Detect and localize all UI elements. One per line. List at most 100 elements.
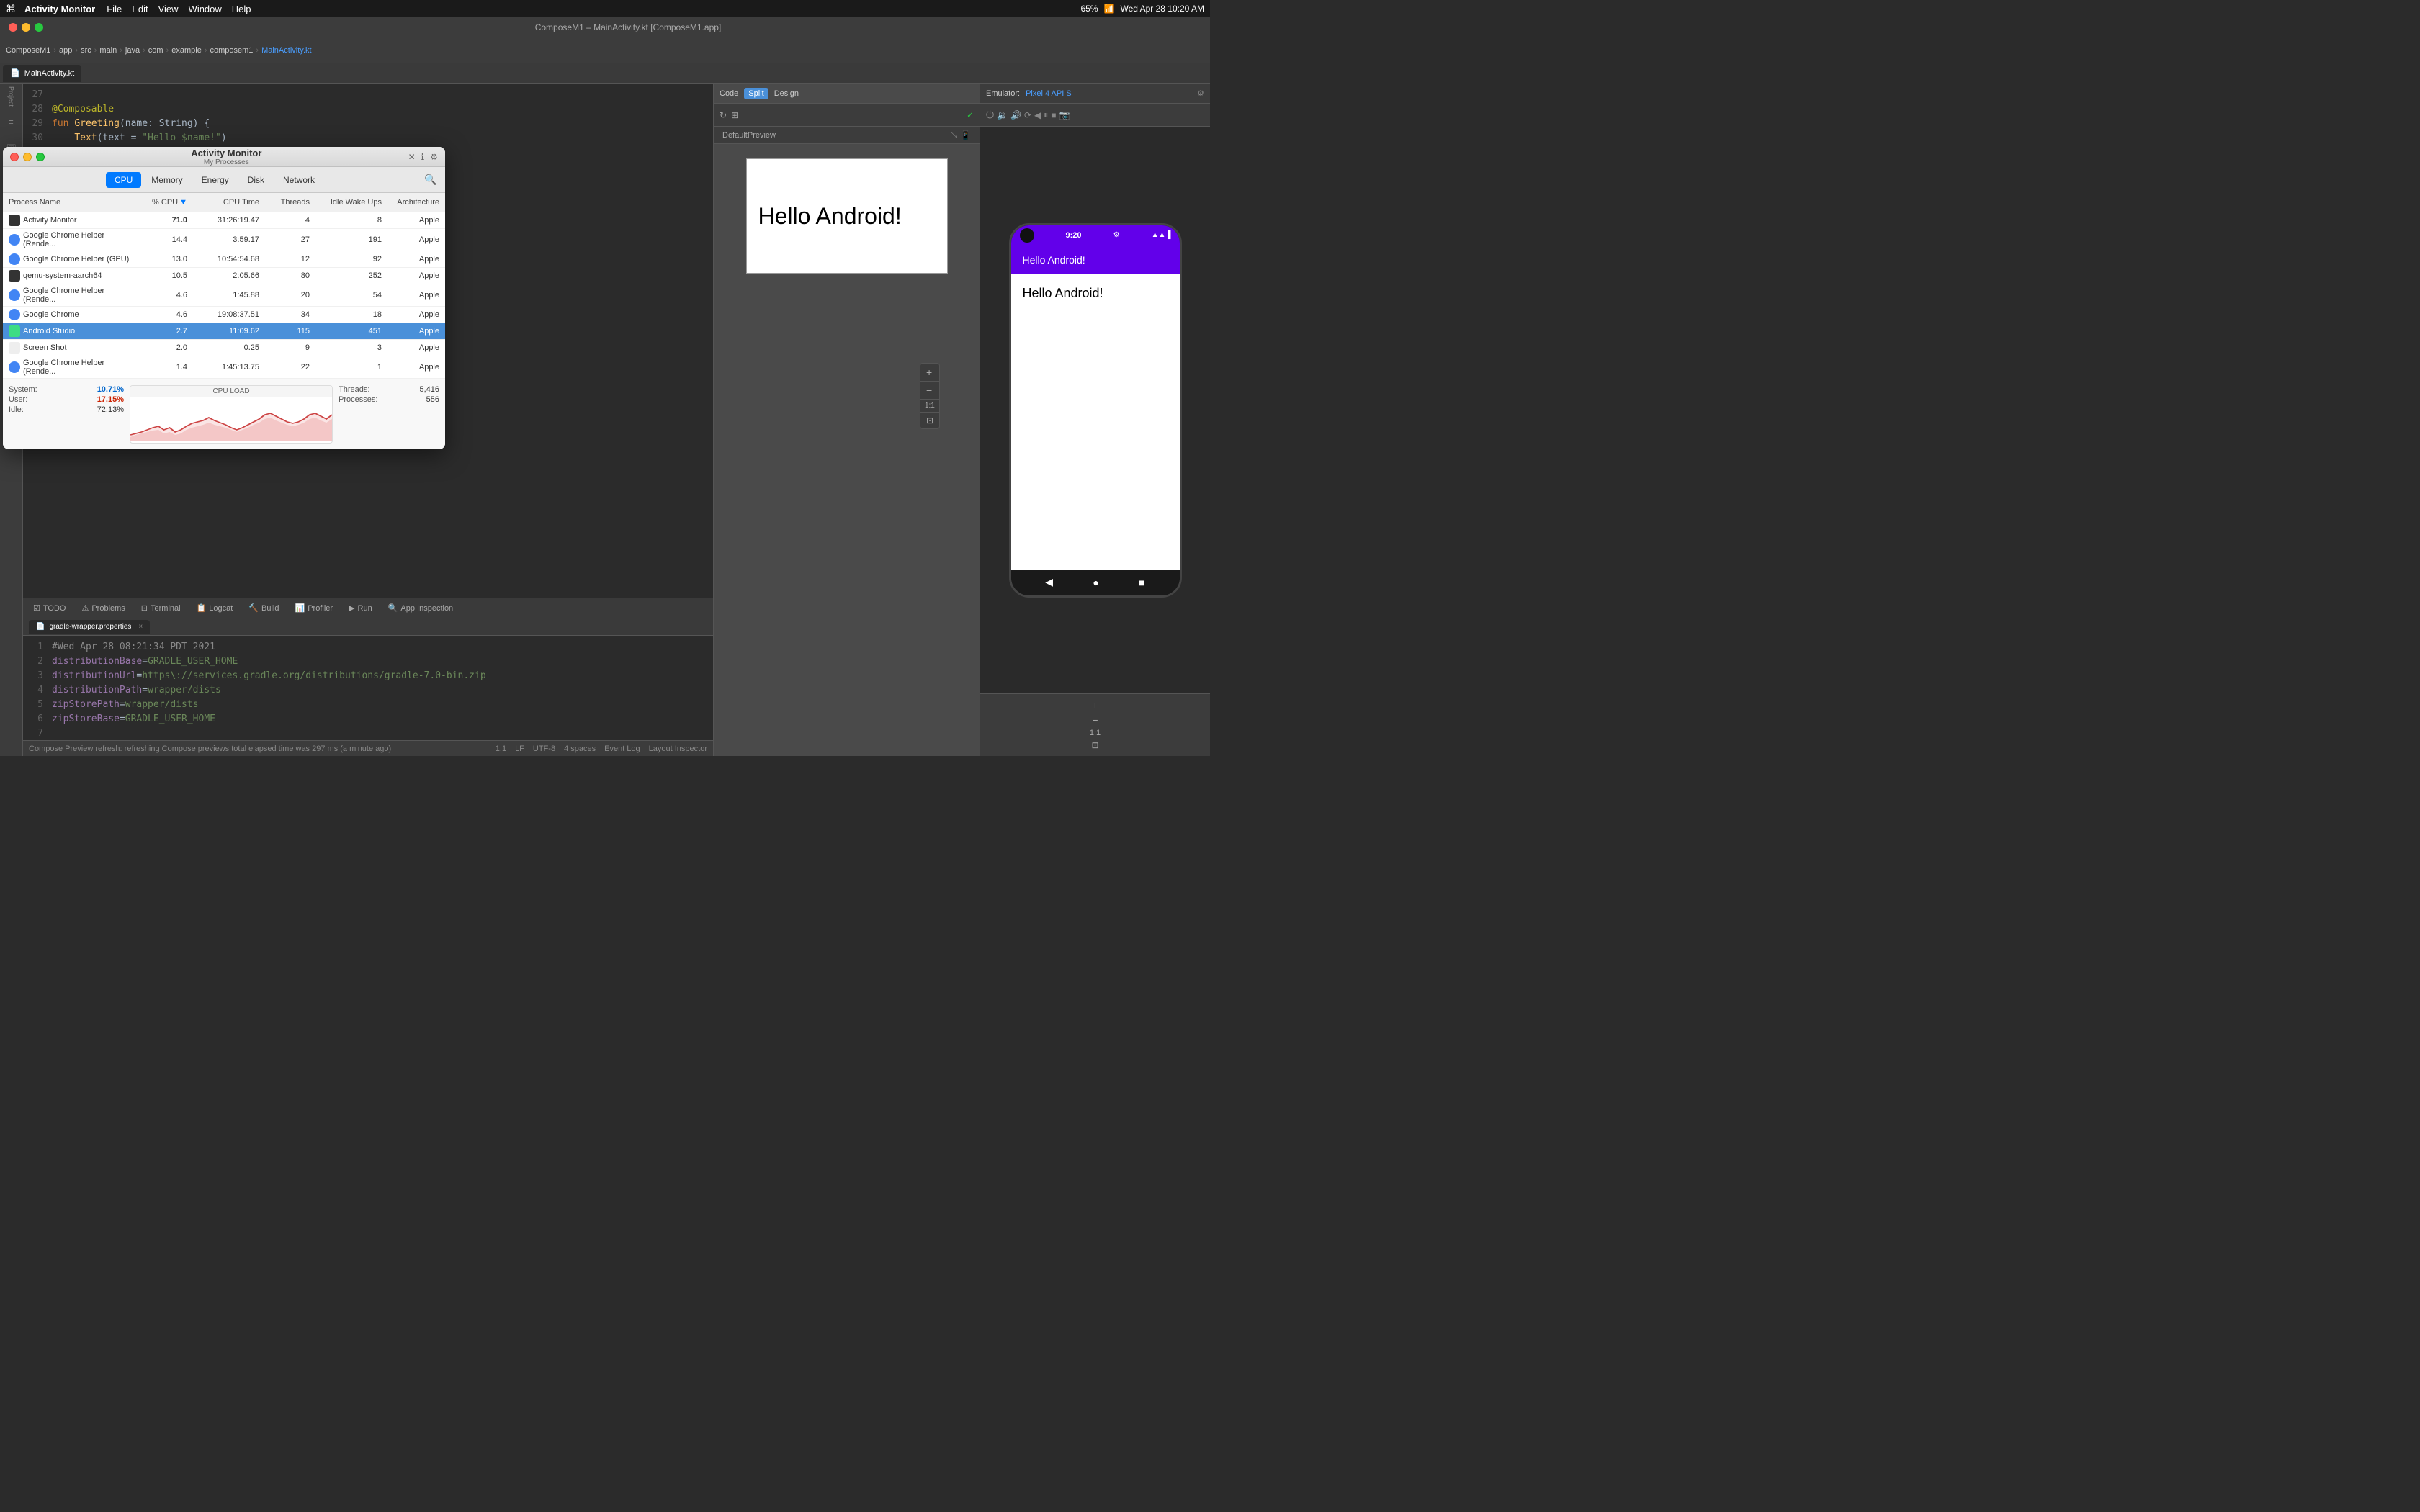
- bottom-line-7: 7: [23, 728, 713, 740]
- emulator-zoom-frame[interactable]: ⊡: [1091, 740, 1098, 750]
- col-cpu[interactable]: % CPU ▼: [143, 195, 193, 210]
- col-threads[interactable]: Threads: [265, 195, 315, 210]
- menu-file[interactable]: File: [107, 4, 122, 14]
- back-nav-icon[interactable]: ◀: [1034, 110, 1041, 120]
- code-tab[interactable]: Code: [720, 89, 738, 98]
- am-maximize-button[interactable]: [36, 153, 45, 161]
- breadcrumb-src[interactable]: src: [81, 46, 91, 55]
- table-row[interactable]: Screen Shot 2.0 0.25 9 3 Apple: [3, 340, 445, 356]
- breadcrumb-composem1-pkg[interactable]: composem1: [210, 46, 253, 55]
- event-log[interactable]: Event Log: [604, 744, 640, 753]
- maximize-button[interactable]: [35, 23, 43, 32]
- tab-mainactivity[interactable]: 📄 MainActivity.kt: [3, 65, 81, 82]
- am-tab-network[interactable]: Network: [274, 172, 323, 188]
- am-tab-disk[interactable]: Disk: [239, 172, 273, 188]
- menu-view[interactable]: View: [158, 4, 179, 14]
- volume-down-icon[interactable]: 🔉: [997, 110, 1008, 120]
- table-row-android-studio[interactable]: Android Studio 2.7 11:09.62 115 451 Appl…: [3, 323, 445, 340]
- design-tab[interactable]: Design: [774, 89, 799, 98]
- breadcrumb-app[interactable]: app: [59, 46, 72, 55]
- tab-gradle-wrapper[interactable]: 📄 gradle-wrapper.properties ×: [29, 620, 150, 634]
- tab-app-inspection[interactable]: 🔍 App Inspection: [381, 600, 460, 616]
- line-ending[interactable]: LF: [515, 744, 524, 753]
- am-subtitle: My Processes: [50, 158, 403, 166]
- tab-problems[interactable]: ⚠ Problems: [74, 600, 132, 616]
- emulator-device[interactable]: Pixel 4 API S: [1026, 89, 1072, 98]
- tab-profiler[interactable]: 📊 Profiler: [288, 600, 341, 616]
- table-row[interactable]: Google Chrome Helper (Rende... 1.4 1:45:…: [3, 356, 445, 379]
- minimize-button[interactable]: [22, 23, 30, 32]
- interactive-icon[interactable]: ⊞: [731, 110, 738, 120]
- menu-window[interactable]: Window: [189, 4, 222, 14]
- tab-build[interactable]: 🔨 Build: [241, 600, 286, 616]
- breadcrumb-file[interactable]: MainActivity.kt: [261, 46, 311, 55]
- emulator-zoom-out[interactable]: −: [1092, 714, 1098, 726]
- col-cpu-time[interactable]: CPU Time: [193, 195, 265, 210]
- split-tab[interactable]: Split: [744, 88, 768, 99]
- am-options-icon[interactable]: ⚙: [430, 152, 438, 162]
- charset[interactable]: UTF-8: [533, 744, 555, 753]
- rotate-icon[interactable]: ⟳: [1024, 110, 1031, 120]
- am-tab-energy[interactable]: Energy: [193, 172, 238, 188]
- tab-terminal[interactable]: ⊡ Terminal: [134, 600, 188, 616]
- col-idle[interactable]: Idle Wake Ups: [315, 195, 387, 210]
- am-titlebar: Activity Monitor My Processes ✕ ℹ ⚙: [3, 147, 445, 167]
- stop-icon[interactable]: ■: [1051, 110, 1056, 120]
- preview-expand-icon[interactable]: ⤡: [950, 130, 957, 140]
- power-icon[interactable]: ⏻: [986, 109, 994, 121]
- home-button[interactable]: ●: [1093, 577, 1098, 588]
- apple-menu-icon[interactable]: ⌘: [6, 3, 16, 15]
- am-tabs: CPU Memory Energy Disk Network: [10, 172, 419, 188]
- preview-device-icon[interactable]: 📱: [960, 130, 971, 140]
- layout-inspector[interactable]: Layout Inspector: [649, 744, 707, 753]
- am-tab-memory[interactable]: Memory: [143, 172, 191, 188]
- breadcrumb-example[interactable]: example: [171, 46, 202, 55]
- am-close-icon[interactable]: ✕: [408, 152, 416, 162]
- back-button[interactable]: ◀: [1045, 576, 1053, 588]
- zoom-frame-button[interactable]: ⊡: [920, 413, 939, 428]
- volume-up-icon[interactable]: 🔊: [1010, 110, 1021, 120]
- screenshot-icon[interactable]: 📷: [1059, 110, 1070, 120]
- am-minimize-button[interactable]: [23, 153, 32, 161]
- table-row[interactable]: Google Chrome Helper (Rende... 4.6 1:45.…: [3, 284, 445, 307]
- bottom-editor[interactable]: 1 #Wed Apr 28 08:21:34 PDT 2021 2 distri…: [23, 636, 713, 740]
- tab-todo[interactable]: ☑ TODO: [26, 600, 73, 616]
- indent[interactable]: 4 spaces: [564, 744, 596, 753]
- line-col[interactable]: 1:1: [496, 744, 506, 753]
- project-icon[interactable]: Project: [4, 89, 19, 104]
- am-info-icon[interactable]: ℹ: [421, 152, 425, 162]
- tab-logcat[interactable]: 📋 Logcat: [189, 600, 241, 616]
- emulator-zoom-in[interactable]: +: [1092, 700, 1098, 711]
- breadcrumb-com[interactable]: com: [148, 46, 163, 55]
- process-icon: [9, 253, 20, 265]
- refresh-icon[interactable]: ↻: [720, 110, 727, 120]
- menu-help[interactable]: Help: [232, 4, 251, 14]
- table-row[interactable]: Google Chrome 4.6 19:08:37.51 34 18 Appl…: [3, 307, 445, 323]
- breadcrumb-java[interactable]: java: [125, 46, 140, 55]
- table-row[interactable]: Activity Monitor 71.0 31:26:19.47 4 8 Ap…: [3, 212, 445, 229]
- pause-icon[interactable]: ⏸: [1044, 109, 1048, 120]
- recents-button[interactable]: ■: [1139, 577, 1144, 588]
- am-search-icon[interactable]: 🔍: [424, 173, 438, 187]
- am-close-button[interactable]: [10, 153, 19, 161]
- breadcrumb-main[interactable]: main: [99, 46, 117, 55]
- structure-icon[interactable]: ≡: [4, 115, 19, 130]
- menu-edit[interactable]: Edit: [132, 4, 148, 14]
- breadcrumb-composem1[interactable]: ComposeM1: [6, 46, 50, 55]
- table-row[interactable]: Google Chrome Helper (Rende... 14.4 3:59…: [3, 229, 445, 251]
- am-tab-cpu[interactable]: CPU: [106, 172, 141, 188]
- close-button[interactable]: [9, 23, 17, 32]
- zoom-fit-button[interactable]: 1:1: [920, 400, 939, 413]
- emulator-zoom-reset[interactable]: 1:1: [1090, 729, 1101, 737]
- table-row[interactable]: Google Chrome Helper (GPU) 13.0 10:54:54…: [3, 251, 445, 268]
- table-row[interactable]: qemu-system-aarch64 10.5 2:05.66 80 252 …: [3, 268, 445, 284]
- zoom-in-button[interactable]: +: [920, 364, 939, 382]
- menubar-app-name[interactable]: Activity Monitor: [24, 4, 95, 14]
- emulator-settings-icon[interactable]: ⚙: [1197, 89, 1204, 98]
- compose-preview-text: Hello Android!: [758, 203, 902, 230]
- col-arch[interactable]: Architecture: [387, 195, 445, 210]
- zoom-out-button[interactable]: −: [920, 382, 939, 400]
- col-process-name[interactable]: Process Name: [3, 195, 143, 210]
- process-icon: [9, 234, 20, 246]
- tab-run[interactable]: ▶ Run: [341, 600, 380, 616]
